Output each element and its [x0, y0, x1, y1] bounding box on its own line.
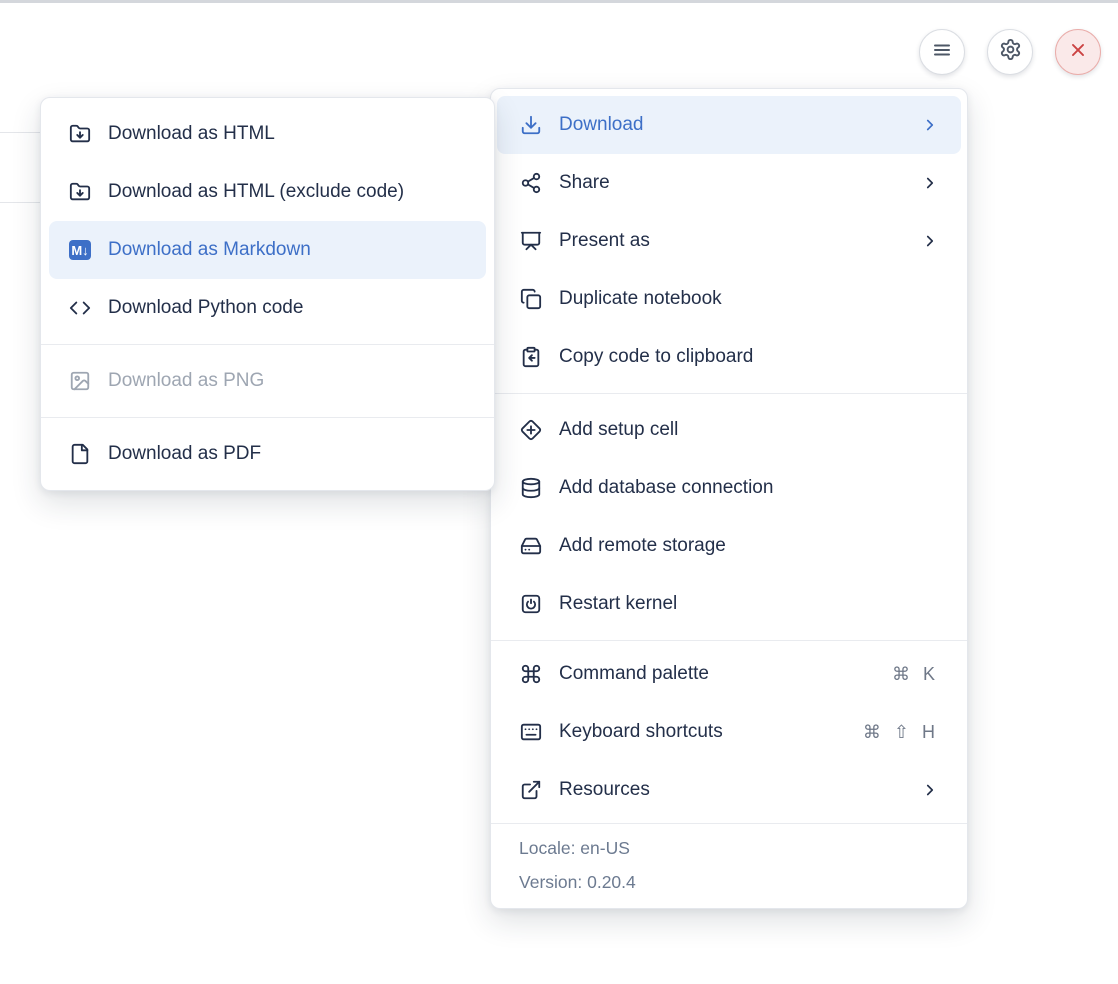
download-submenu-section-1: Download as HTML Download as HTML (exclu…: [41, 98, 494, 344]
notebook-menu-button[interactable]: [919, 29, 965, 75]
version-text: Version: 0.20.4: [519, 870, 939, 895]
code-icon: [69, 297, 91, 319]
background-cell-border: [0, 202, 44, 203]
menu-item-label: Share: [559, 172, 921, 194]
menu-item-keyboard-shortcuts[interactable]: Keyboard shortcuts ⌘ ⇧ H: [491, 703, 967, 761]
download-submenu-section-2: Download as PNG: [41, 345, 494, 417]
menu-item-label: Download as PNG: [108, 370, 474, 392]
menu-item-add-database-connection[interactable]: Add database connection: [491, 459, 967, 517]
window-top-border: [0, 0, 1118, 3]
close-icon: [1067, 39, 1089, 66]
menu-item-label: Present as: [559, 230, 921, 252]
markdown-icon: M↓: [69, 239, 91, 261]
menu-item-label: Download as Markdown: [108, 239, 474, 261]
submenu-item-download-as-markdown[interactable]: M↓ Download as Markdown: [49, 221, 486, 279]
duplicate-icon: [520, 288, 542, 310]
share-icon: [520, 172, 542, 194]
submenu-item-download-as-png[interactable]: Download as PNG: [41, 352, 494, 410]
menu-item-restart-kernel[interactable]: Restart kernel: [491, 575, 967, 633]
main-menu: Download Share Present as: [490, 88, 968, 909]
menu-item-label: Add database connection: [559, 477, 939, 499]
folder-down-icon: [69, 181, 91, 203]
menu-item-label: Download as HTML (exclude code): [108, 181, 474, 203]
keyboard-icon: [520, 721, 542, 743]
submenu-item-download-as-html-exclude-code[interactable]: Download as HTML (exclude code): [41, 163, 494, 221]
download-submenu-section-3: Download as PDF: [41, 418, 494, 490]
main-menu-section-2: Add setup cell Add database connection A…: [491, 394, 967, 640]
database-icon: [520, 477, 542, 499]
submenu-item-download-as-html[interactable]: Download as HTML: [41, 105, 494, 163]
menu-item-label: Resources: [559, 779, 921, 801]
menu-item-label: Download Python code: [108, 297, 474, 319]
menu-item-label: Download as PDF: [108, 443, 474, 465]
app-canvas: Download Share Present as: [0, 0, 1118, 984]
menu-item-download[interactable]: Download: [497, 96, 961, 154]
submenu-item-download-python-code[interactable]: Download Python code: [41, 279, 494, 337]
chevron-right-icon: [921, 781, 939, 799]
image-icon: [69, 370, 91, 392]
diamond-plus-icon: [520, 419, 542, 441]
gear-icon: [999, 38, 1022, 66]
clipboard-copy-icon: [520, 346, 542, 368]
menu-item-label: Download as HTML: [108, 123, 474, 145]
locale-text: Locale: en-US: [519, 836, 939, 861]
menu-item-label: Restart kernel: [559, 593, 939, 615]
menu-item-label: Add remote storage: [559, 535, 939, 557]
chevron-right-icon: [921, 232, 939, 250]
menu-item-duplicate-notebook[interactable]: Duplicate notebook: [491, 270, 967, 328]
menu-item-copy-code-to-clipboard[interactable]: Copy code to clipboard: [491, 328, 967, 386]
shortcut-hint: ⌘ K: [892, 664, 939, 685]
shortcut-hint: ⌘ ⇧ H: [863, 722, 939, 743]
menu-item-label: Command palette: [559, 663, 892, 685]
menu-footer: Locale: en-US Version: 0.20.4: [491, 824, 967, 908]
background-cell-border: [0, 132, 44, 133]
hard-drive-icon: [520, 535, 542, 557]
close-button[interactable]: [1055, 29, 1101, 75]
presentation-icon: [520, 230, 542, 252]
submenu-item-download-as-pdf[interactable]: Download as PDF: [41, 425, 494, 483]
download-icon: [520, 114, 542, 136]
menu-item-label: Copy code to clipboard: [559, 346, 939, 368]
menu-item-add-remote-storage[interactable]: Add remote storage: [491, 517, 967, 575]
chevron-right-icon: [921, 116, 939, 134]
file-icon: [69, 443, 91, 465]
notebook-toolbar: [919, 29, 1101, 75]
menu-item-label: Add setup cell: [559, 419, 939, 441]
menu-item-add-setup-cell[interactable]: Add setup cell: [491, 401, 967, 459]
external-link-icon: [520, 779, 542, 801]
main-menu-section-1: Download Share Present as: [491, 89, 967, 393]
folder-down-icon: [69, 123, 91, 145]
main-menu-section-3: Command palette ⌘ K Keyboard shortcuts ⌘…: [491, 641, 967, 823]
menu-item-label: Keyboard shortcuts: [559, 721, 863, 743]
command-icon: [520, 663, 542, 685]
menu-item-label: Download: [559, 114, 921, 136]
menu-item-resources[interactable]: Resources: [491, 761, 967, 819]
menu-item-present-as[interactable]: Present as: [491, 212, 967, 270]
hamburger-icon: [930, 38, 954, 67]
chevron-right-icon: [921, 174, 939, 192]
menu-item-label: Duplicate notebook: [559, 288, 939, 310]
menu-item-command-palette[interactable]: Command palette ⌘ K: [491, 645, 967, 703]
download-submenu: Download as HTML Download as HTML (exclu…: [40, 97, 495, 491]
menu-item-share[interactable]: Share: [491, 154, 967, 212]
power-icon: [520, 593, 542, 615]
settings-button[interactable]: [987, 29, 1033, 75]
